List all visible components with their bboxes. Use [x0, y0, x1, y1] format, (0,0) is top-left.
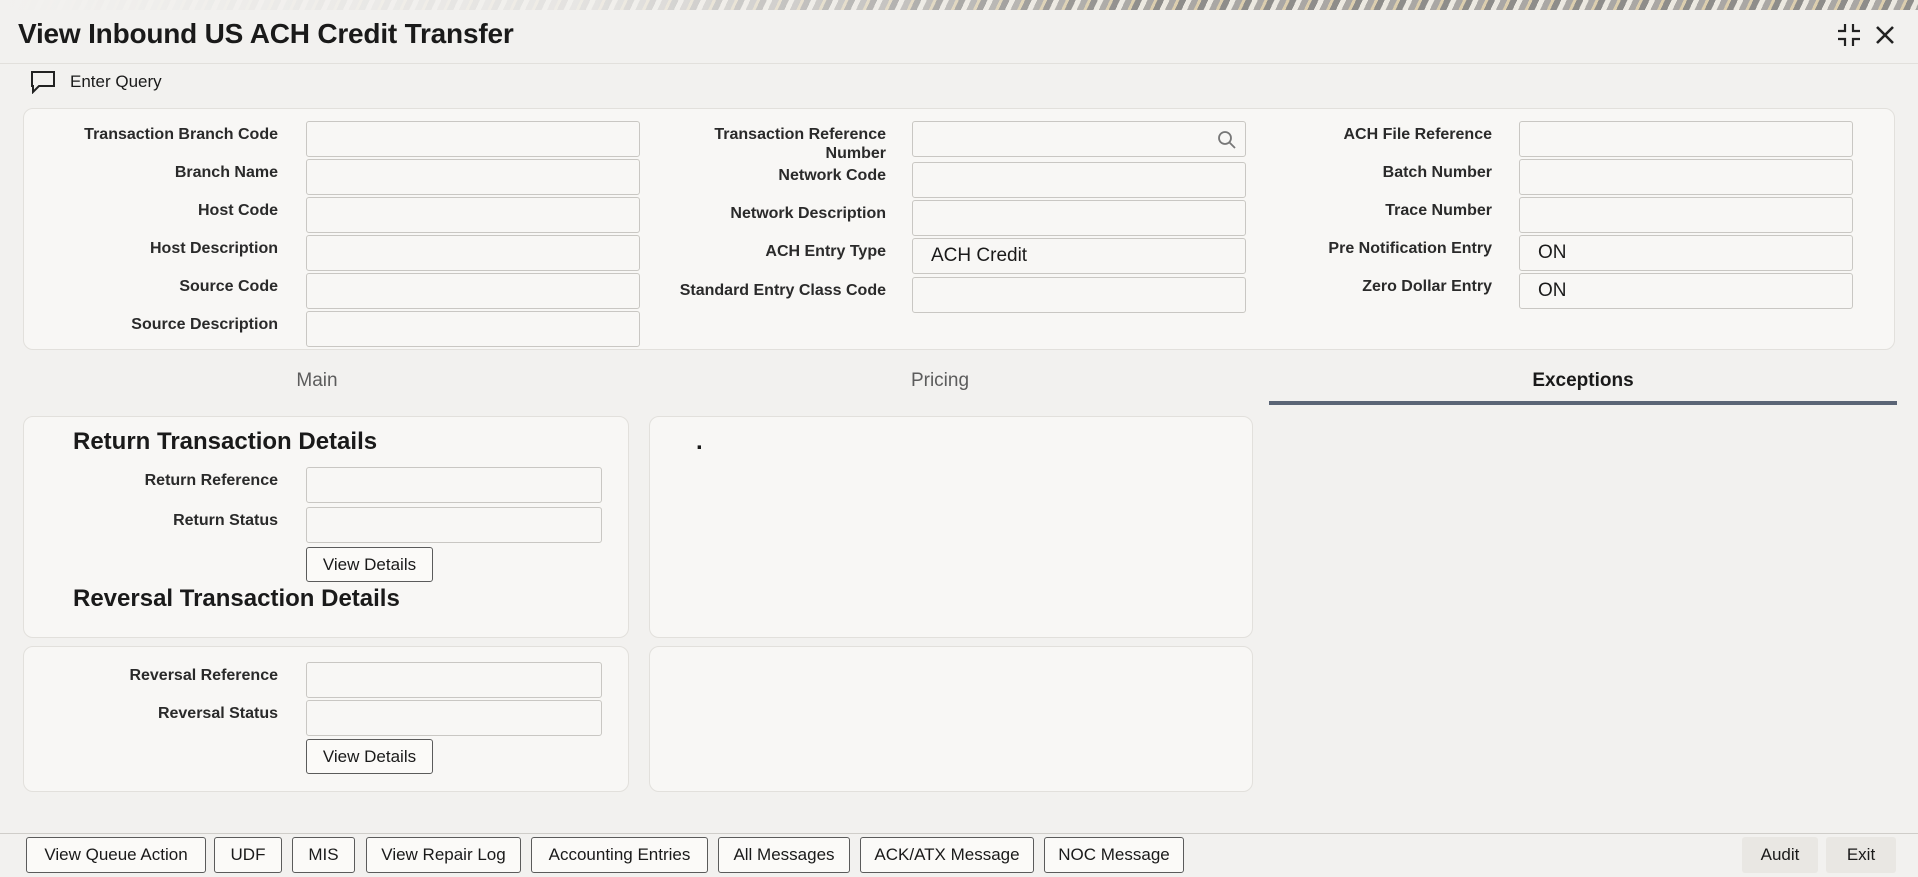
batch-number-field[interactable]: [1519, 159, 1853, 195]
page-title: View Inbound US ACH Credit Transfer: [18, 18, 514, 49]
trace-number-label: Trace Number: [1385, 202, 1492, 219]
pre-notification-entry-label: Pre Notification Entry: [1328, 240, 1492, 257]
source-code-field[interactable]: [306, 273, 640, 309]
view-repair-log-button[interactable]: View Repair Log: [366, 837, 521, 873]
audit-button[interactable]: Audit: [1742, 837, 1818, 873]
pricing-dot: .: [696, 428, 703, 455]
return-transaction-title: Return Transaction Details: [73, 428, 378, 455]
maximize-icon: [1838, 24, 1860, 46]
return-status-label: Return Status: [173, 512, 278, 529]
active-tab-indicator: [1269, 401, 1897, 405]
pricing-lower-panel: [649, 646, 1253, 792]
pricing-panel: [649, 416, 1253, 638]
ach-file-reference-label: ACH File Reference: [1343, 126, 1493, 143]
transaction-branch-code-label: Transaction Branch Code: [84, 126, 278, 143]
chat-bubble-icon: [31, 71, 55, 94]
standard-entry-class-code-label: Standard Entry Class Code: [679, 282, 886, 299]
reversal-transaction-title: Reversal Transaction Details: [73, 585, 400, 612]
reversal-status-label: Reversal Status: [157, 705, 278, 722]
exit-button[interactable]: Exit: [1826, 837, 1896, 873]
pre-notification-entry-field[interactable]: ON: [1519, 235, 1853, 271]
enter-query-button[interactable]: Enter Query: [30, 69, 162, 95]
maximize-button[interactable]: [1834, 20, 1864, 50]
ach-entry-type-field[interactable]: ACH Credit: [912, 238, 1246, 274]
view-queue-action-button[interactable]: View Queue Action: [26, 837, 206, 873]
host-code-label: Host Code: [198, 202, 278, 219]
zero-dollar-entry-field[interactable]: ON: [1519, 273, 1853, 309]
transaction-reference-number-field[interactable]: [912, 121, 1246, 157]
close-button[interactable]: [1870, 20, 1900, 50]
return-status-field[interactable]: [306, 507, 602, 543]
ach-file-reference-field[interactable]: [1519, 121, 1853, 157]
tab-pricing[interactable]: Pricing: [642, 370, 1238, 406]
host-description-label: Host Description: [149, 240, 278, 257]
return-view-details-button[interactable]: View Details: [306, 547, 433, 582]
enter-query-label: Enter Query: [70, 72, 162, 91]
host-code-field[interactable]: [306, 197, 640, 233]
branch-name-label: Branch Name: [174, 164, 278, 181]
accounting-entries-button[interactable]: Accounting Entries: [531, 837, 708, 873]
reversal-reference-field[interactable]: [306, 662, 602, 698]
transaction-branch-code-field[interactable]: [306, 121, 640, 157]
return-reference-field[interactable]: [306, 467, 602, 503]
udf-button[interactable]: UDF: [214, 837, 282, 873]
network-description-field[interactable]: [912, 200, 1246, 236]
network-code-field[interactable]: [912, 162, 1246, 198]
ack-atx-message-button[interactable]: ACK/ATX Message: [860, 837, 1034, 873]
mis-button[interactable]: MIS: [292, 837, 355, 873]
source-description-field[interactable]: [306, 311, 640, 347]
branch-name-field[interactable]: [306, 159, 640, 195]
network-code-label: Network Code: [778, 167, 886, 184]
all-messages-button[interactable]: All Messages: [718, 837, 850, 873]
network-description-label: Network Description: [730, 205, 886, 222]
tab-main[interactable]: Main: [18, 370, 616, 406]
source-code-label: Source Code: [179, 278, 278, 295]
reversal-view-details-button[interactable]: View Details: [306, 739, 433, 774]
host-description-field[interactable]: [306, 235, 640, 271]
reversal-reference-label: Reversal Reference: [129, 667, 278, 684]
batch-number-label: Batch Number: [1382, 164, 1492, 181]
standard-entry-class-code-field[interactable]: [912, 277, 1246, 313]
search-icon[interactable]: [1217, 130, 1237, 150]
trace-number-field[interactable]: [1519, 197, 1853, 233]
source-description-label: Source Description: [131, 316, 278, 333]
close-icon: [1876, 26, 1894, 44]
noc-message-button[interactable]: NOC Message: [1044, 837, 1184, 873]
ach-entry-type-label: ACH Entry Type: [765, 243, 886, 260]
transaction-reference-number-label: Transaction Reference Number: [714, 126, 886, 162]
zero-dollar-entry-label: Zero Dollar Entry: [1362, 278, 1492, 295]
reversal-status-field[interactable]: [306, 700, 602, 736]
return-reference-label: Return Reference: [144, 472, 278, 489]
